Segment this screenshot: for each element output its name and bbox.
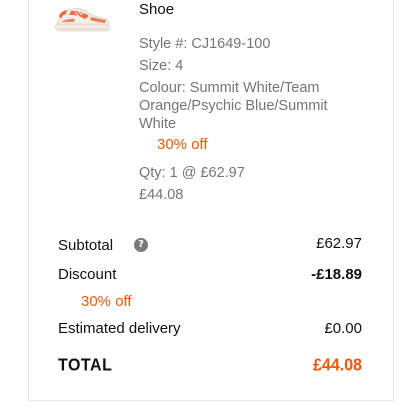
- discount-value: -£18.89: [311, 266, 362, 283]
- product-quantity: Qty: 1 @ £62.97: [139, 165, 245, 181]
- product-style: Style #: CJ1649-100: [139, 36, 271, 52]
- product-name[interactable]: Shoe: [139, 1, 174, 19]
- discount-offer-badge: 30% off: [81, 293, 132, 310]
- info-icon[interactable]: ?: [134, 238, 148, 252]
- product-size: Size: 4: [139, 58, 184, 74]
- subtotal-label: Subtotal: [58, 237, 114, 254]
- discount-label: Discount: [58, 266, 117, 283]
- total-label: TOTAL: [58, 356, 113, 375]
- order-card: [28, 0, 394, 401]
- shoe-thumbnail-image[interactable]: [51, 0, 113, 40]
- delivery-label: Estimated delivery: [58, 320, 181, 337]
- subtotal-value: £62.97: [316, 235, 362, 252]
- total-value: £44.08: [313, 356, 362, 375]
- product-line-total: £44.08: [139, 187, 184, 203]
- product-offer-badge: 30% off: [157, 136, 208, 153]
- delivery-value: £0.00: [324, 320, 362, 337]
- order-summary-page: Shoe Style #: CJ1649-100 Size: 4 Colour:…: [0, 0, 420, 420]
- product-colour: Colour: Summit White/Team Orange/Psychic…: [139, 80, 328, 132]
